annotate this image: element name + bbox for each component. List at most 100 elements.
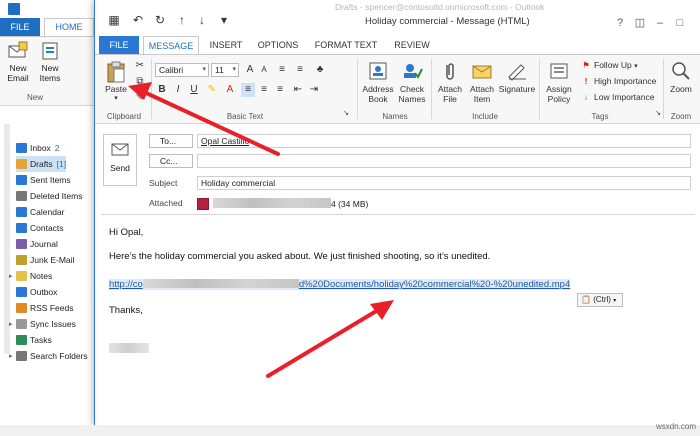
- attach-item-button[interactable]: Attach Item: [465, 61, 499, 104]
- styles-icon[interactable]: ♣: [313, 63, 327, 77]
- folder-count: 2: [54, 143, 60, 153]
- shrink-font-icon[interactable]: A: [257, 63, 271, 77]
- folder-item-tasks[interactable]: Tasks: [16, 332, 52, 348]
- message-body[interactable]: Hi Opal, Here’s the holiday commercial y…: [101, 214, 695, 420]
- main-ribbon: New Email New Items New: [0, 36, 100, 106]
- signature-label: Signature: [498, 84, 536, 94]
- paste-options-label: (Ctrl): [593, 295, 611, 304]
- folder-item-contacts[interactable]: Contacts: [16, 220, 64, 236]
- zoom-button[interactable]: Zoom: [665, 61, 697, 94]
- folder-item-rss-feeds[interactable]: RSS Feeds: [16, 300, 73, 316]
- attachment-size: 4 (34 MB): [331, 199, 369, 209]
- check-names-button[interactable]: Check Names: [395, 61, 429, 104]
- help-icon[interactable]: ?: [613, 16, 627, 30]
- folder-item-sent-items[interactable]: Sent Items: [16, 172, 71, 188]
- high-importance-button[interactable]: ! High Importance: [581, 75, 657, 87]
- attach-file-button[interactable]: Attach File: [433, 61, 467, 104]
- tab-message[interactable]: MESSAGE: [143, 36, 199, 54]
- underline-icon[interactable]: U: [187, 83, 201, 97]
- font-color-icon[interactable]: A: [223, 83, 237, 97]
- attachment-chip[interactable]: 4 (34 MB): [197, 197, 368, 211]
- cut-icon[interactable]: ✂: [133, 59, 147, 73]
- bold-icon[interactable]: B: [155, 83, 169, 97]
- save-icon[interactable]: ▦: [107, 13, 121, 27]
- folder-label: Calendar: [30, 207, 65, 217]
- dialog-launcher-icon[interactable]: ↘: [339, 107, 353, 121]
- folder-item-junk-e-mail[interactable]: Junk E-Mail: [16, 252, 74, 268]
- folder-icon: [16, 143, 27, 153]
- format-painter-icon[interactable]: ✎: [133, 91, 147, 105]
- new-items-button[interactable]: New Items: [34, 41, 66, 83]
- folder-item-journal[interactable]: Journal: [16, 236, 58, 252]
- cc-field[interactable]: [197, 154, 691, 168]
- folder-icon: [16, 319, 27, 329]
- bullets-icon[interactable]: ≡: [275, 63, 289, 77]
- expand-folder-icon[interactable]: ▸: [9, 320, 13, 328]
- clipboard-icon: 📋: [581, 295, 591, 304]
- cc-button[interactable]: Cc...: [149, 154, 193, 168]
- chevron-down-icon: ▾: [613, 298, 617, 304]
- paste-dropdown-icon[interactable]: ▾: [99, 94, 133, 104]
- tab-format-text[interactable]: FORMAT TEXT: [311, 36, 381, 54]
- expand-folder-icon[interactable]: ▸: [9, 352, 13, 360]
- send-label: Send: [110, 163, 130, 173]
- to-recipient[interactable]: Opal Castillo: [201, 136, 249, 146]
- customize-qat-icon[interactable]: ▾: [217, 13, 231, 27]
- align-center-icon[interactable]: ≡: [257, 83, 271, 97]
- tab-review[interactable]: REVIEW: [389, 36, 435, 54]
- address-book-button[interactable]: Address Book: [361, 61, 395, 104]
- align-left-icon[interactable]: ≡: [241, 83, 255, 97]
- paste-options-button[interactable]: 📋 (Ctrl) ▾: [577, 293, 623, 307]
- folder-item-outbox[interactable]: Outbox: [16, 284, 57, 300]
- attach-item-icon: [471, 61, 493, 81]
- undo-icon[interactable]: ↶: [131, 13, 145, 27]
- folder-item-drafts[interactable]: Drafts [1]: [16, 156, 67, 172]
- increase-indent-icon[interactable]: ⇥: [307, 83, 321, 97]
- italic-icon[interactable]: I: [171, 83, 185, 97]
- tab-file[interactable]: FILE: [99, 36, 139, 54]
- copy-icon[interactable]: ⧉: [133, 75, 147, 89]
- subject-label: Subject: [149, 178, 178, 188]
- to-button[interactable]: To...: [149, 134, 193, 148]
- main-home-tab[interactable]: HOME: [44, 18, 94, 36]
- main-file-tab[interactable]: FILE: [0, 18, 40, 36]
- assign-policy-button[interactable]: Assign Policy: [541, 61, 577, 104]
- folder-icon: [16, 303, 27, 313]
- align-right-icon[interactable]: ≡: [273, 83, 287, 97]
- folder-item-inbox[interactable]: Inbox 2: [16, 140, 60, 156]
- subject-field[interactable]: Holiday commercial: [197, 176, 691, 190]
- send-button[interactable]: Send: [103, 134, 137, 186]
- font-name-select[interactable]: Calibri ▾: [155, 63, 209, 77]
- new-email-button[interactable]: New Email: [2, 41, 34, 83]
- folder-item-search-folders[interactable]: Search Folders: [16, 348, 88, 364]
- low-importance-button[interactable]: ↓ Low Importance: [581, 91, 655, 103]
- tab-insert[interactable]: INSERT: [205, 36, 247, 54]
- expand-folder-icon[interactable]: ▸: [9, 272, 13, 280]
- numbering-icon[interactable]: ≡: [293, 63, 307, 77]
- tab-options[interactable]: OPTIONS: [253, 36, 303, 54]
- down-arrow-icon[interactable]: ↓: [195, 13, 209, 27]
- redo-icon[interactable]: ↻: [153, 13, 167, 27]
- video-file-icon: [197, 198, 209, 210]
- redacted-signature: [109, 343, 149, 353]
- folder-label: Tasks: [30, 335, 52, 345]
- folder-item-notes[interactable]: Notes: [16, 268, 52, 284]
- minimize-icon[interactable]: –: [653, 16, 667, 30]
- ribbon-display-icon[interactable]: ◫: [633, 16, 647, 30]
- folder-item-sync-issues[interactable]: Sync Issues: [16, 316, 76, 332]
- highlight-icon[interactable]: ✎: [205, 83, 219, 97]
- follow-up-button[interactable]: ⚑ Follow Up ▾: [581, 59, 638, 73]
- up-arrow-icon[interactable]: ↑: [175, 13, 189, 27]
- pasted-link[interactable]: http://co d%20Documents/holiday%20commerc…: [109, 279, 571, 290]
- paste-button[interactable]: Paste ▾: [99, 61, 133, 104]
- font-size-select[interactable]: 11 ▾: [211, 63, 239, 77]
- signature-icon: [506, 61, 528, 81]
- folder-item-deleted-items[interactable]: Deleted Items: [16, 188, 82, 204]
- maximize-icon[interactable]: □: [673, 16, 687, 30]
- decrease-indent-icon[interactable]: ⇤: [291, 83, 305, 97]
- to-field[interactable]: Opal Castillo: [197, 134, 691, 148]
- signature-button[interactable]: Signature: [497, 61, 537, 94]
- folder-item-calendar[interactable]: Calendar: [16, 204, 65, 220]
- group-label-new: New: [26, 93, 43, 102]
- grow-font-icon[interactable]: A: [243, 63, 257, 77]
